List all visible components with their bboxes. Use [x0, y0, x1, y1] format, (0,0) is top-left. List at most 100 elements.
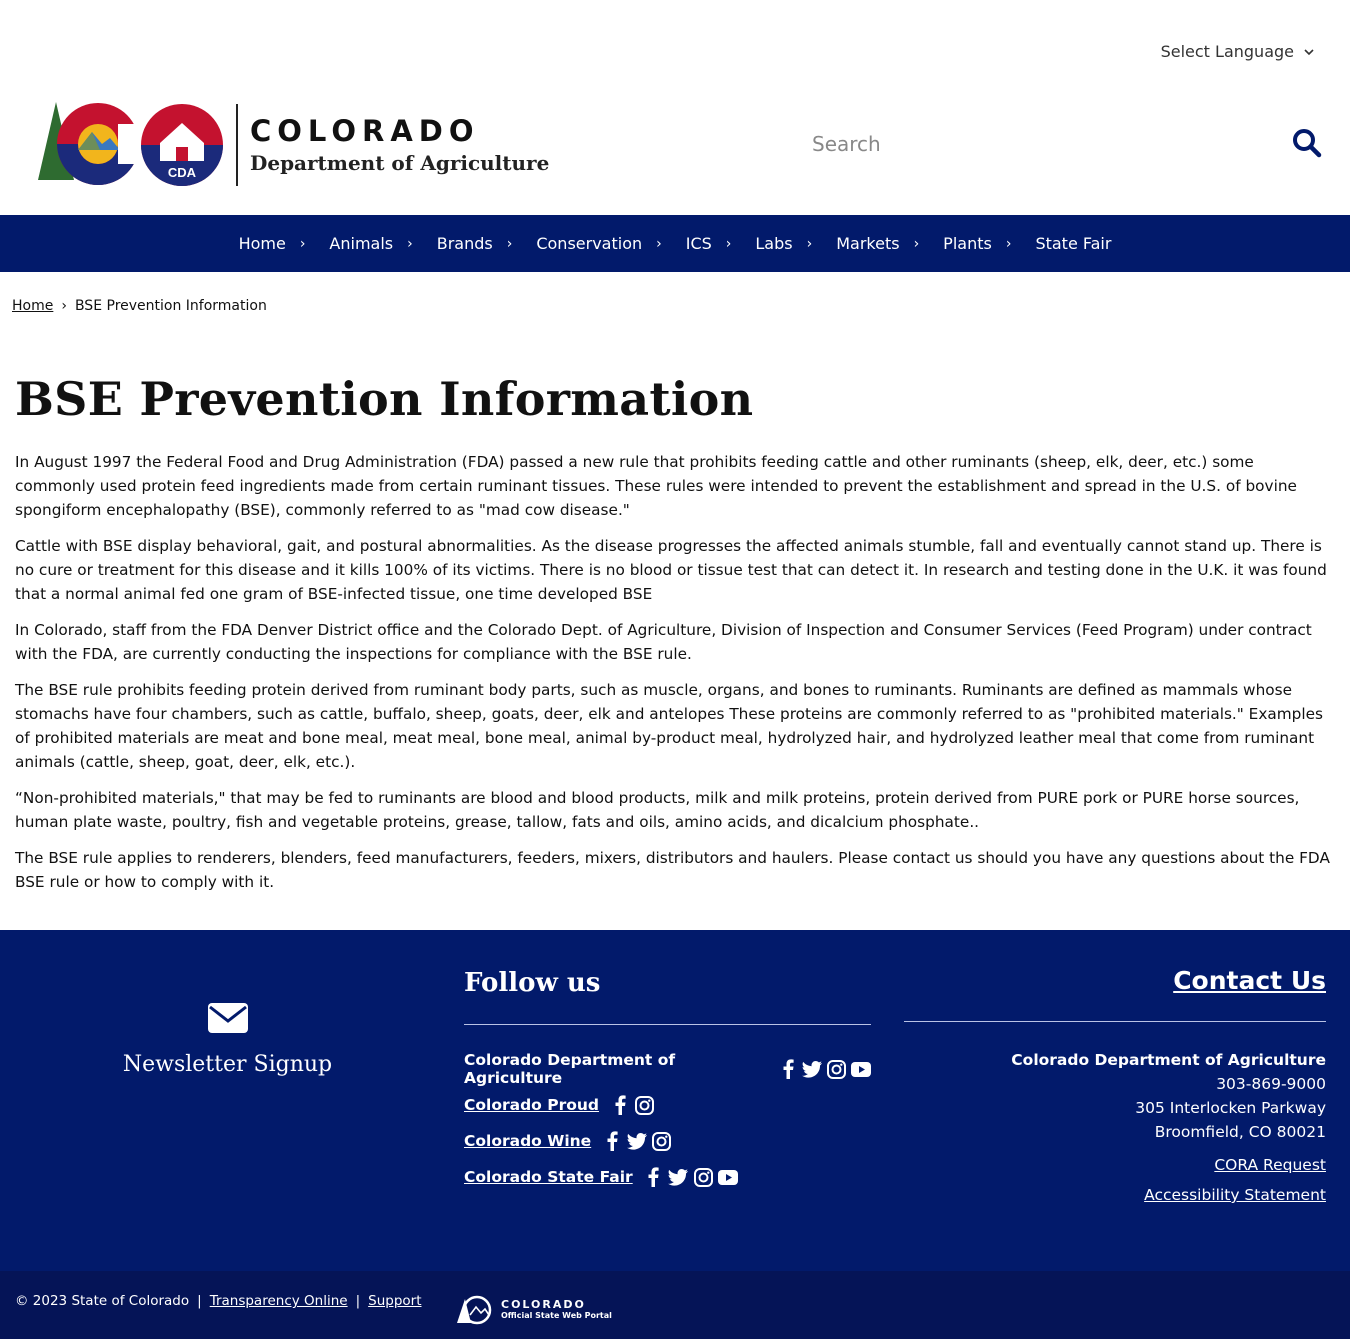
instagram-icon[interactable] — [826, 1059, 847, 1080]
chevron-right-icon: › — [656, 235, 662, 252]
nav-label: Brands — [436, 234, 493, 253]
instagram-icon[interactable] — [651, 1131, 672, 1152]
search-bar — [812, 122, 1326, 166]
instagram-icon[interactable] — [634, 1095, 655, 1116]
facebook-icon[interactable] — [778, 1059, 798, 1080]
twitter-icon[interactable] — [802, 1059, 823, 1080]
nav-label: Conservation — [536, 234, 643, 253]
chevron-right-icon: › — [506, 235, 513, 252]
social-row-colorado-wine: Colorado Wine — [464, 1123, 871, 1159]
contact-us-link[interactable]: Contact Us — [1173, 966, 1326, 995]
nav-label: ICS — [685, 234, 712, 253]
nav-label: Animals — [329, 234, 394, 253]
site-logo[interactable]: CDA COLORADO Department of Agriculture — [30, 100, 549, 190]
main-nav: Home › Animals › Brands › Conservation › ICS… — [0, 215, 1350, 272]
page-title: BSE Prevention Information — [15, 372, 754, 426]
instagram-icon[interactable] — [693, 1167, 714, 1188]
contact-section: Contact Us Colorado Department of Agricu… — [904, 966, 1326, 1204]
search-icon[interactable] — [1292, 128, 1322, 158]
copyright-text: © 2023 State of Colorado — [15, 1293, 190, 1309]
newsletter-signup[interactable]: Newsletter Signup — [120, 1002, 335, 1077]
chevron-right-icon: › — [806, 235, 813, 252]
nav-item-state-fair[interactable]: State Fair — [1035, 234, 1111, 253]
breadcrumb: Home › BSE Prevention Information — [12, 298, 267, 314]
content-paragraph: The BSE rule prohibits feeding protein d… — [15, 681, 1324, 771]
follow-us-section: Follow us Colorado Department of Agricul… — [464, 968, 871, 1195]
colorado-c-logo-icon — [38, 102, 140, 185]
nav-label: Labs — [755, 234, 793, 253]
social-row-colorado-state-fair: Colorado State Fair — [464, 1159, 871, 1195]
chevron-right-icon: › — [1005, 235, 1012, 252]
social-org-link[interactable]: Colorado State Fair — [464, 1168, 633, 1186]
newsletter-label: Newsletter Signup — [122, 1052, 333, 1077]
chevron-right-icon: › — [407, 235, 413, 252]
transparency-online-link[interactable]: Transparency Online — [210, 1293, 348, 1309]
follow-divider — [464, 1024, 871, 1025]
contact-divider — [904, 1021, 1326, 1022]
nav-item-plants[interactable]: Plants › — [943, 234, 1011, 253]
portal-subtitle: Official State Web Portal — [501, 1311, 612, 1320]
nav-label: Plants — [943, 234, 992, 253]
contact-city: Broomfield, CO 80021 — [1154, 1123, 1326, 1141]
breadcrumb-current: BSE Prevention Information — [74, 298, 267, 314]
envelope-icon — [207, 1003, 248, 1033]
separator: | — [355, 1293, 361, 1309]
site-footer: Newsletter Signup Follow us Colorado Dep… — [0, 930, 1350, 1271]
nav-label: State Fair — [1035, 234, 1112, 253]
state-portal-logo[interactable]: COLORADO Official State Web Portal — [455, 1295, 612, 1325]
contact-org: Colorado Department of Agriculture — [1011, 1051, 1326, 1069]
social-row-cda: Colorado Department of Agriculture — [464, 1051, 871, 1087]
copyright-line: © 2023 State of Colorado | Transparency … — [15, 1293, 422, 1309]
bottom-bar: © 2023 State of Colorado | Transparency … — [0, 1271, 1350, 1339]
nav-item-labs[interactable]: Labs › — [755, 234, 812, 253]
chevron-down-icon — [1304, 48, 1314, 55]
nav-item-animals[interactable]: Animals › — [329, 234, 412, 253]
separator: | — [197, 1293, 202, 1309]
nav-item-home[interactable]: Home › — [239, 234, 306, 253]
social-org-link[interactable]: Colorado Proud — [464, 1096, 599, 1114]
twitter-icon[interactable] — [626, 1131, 647, 1152]
cda-badge-icon: CDA — [141, 104, 223, 186]
portal-title: COLORADO — [501, 1298, 586, 1311]
nav-label: Home — [238, 234, 286, 253]
social-org-link[interactable]: Colorado Wine — [464, 1132, 591, 1150]
cda-badge-text: CDA — [168, 165, 197, 180]
youtube-icon[interactable] — [850, 1059, 871, 1080]
content-paragraph: “Non-prohibited materials," that may be … — [15, 789, 1300, 831]
language-label: Select Language — [1160, 42, 1294, 61]
nav-item-brands[interactable]: Brands › — [437, 234, 513, 253]
search-input[interactable] — [812, 132, 1272, 156]
youtube-icon[interactable] — [718, 1167, 739, 1188]
support-link[interactable]: Support — [368, 1293, 421, 1309]
nav-label: Markets — [836, 234, 900, 253]
nav-item-conservation[interactable]: Conservation › — [536, 234, 661, 253]
facebook-icon[interactable] — [643, 1167, 664, 1188]
language-select[interactable]: Select Language — [1161, 42, 1314, 61]
logo-divider — [236, 104, 238, 186]
nav-item-markets[interactable]: Markets › — [836, 234, 919, 253]
chevron-right-icon: › — [299, 235, 306, 252]
logo-colorado-text: COLORADO — [250, 114, 480, 148]
content-paragraph: The BSE rule applies to renderers, blend… — [15, 849, 1330, 891]
accessibility-statement-link[interactable]: Accessibility Statement — [904, 1186, 1326, 1204]
content-paragraph: In August 1997 the Federal Food and Drug… — [15, 453, 1297, 519]
contact-street: 305 Interlocken Parkway — [1135, 1099, 1326, 1117]
twitter-icon[interactable] — [668, 1167, 689, 1188]
page-content: In August 1997 the Federal Food and Drug… — [15, 450, 1335, 906]
chevron-right-icon: › — [913, 235, 920, 252]
colorado-portal-logo-icon — [457, 1295, 492, 1325]
chevron-right-icon: › — [725, 235, 732, 252]
cora-request-link[interactable]: CORA Request — [904, 1156, 1326, 1174]
content-paragraph: In Colorado, staff from the FDA Denver D… — [15, 621, 1312, 663]
content-paragraph: Cattle with BSE display behavioral, gait… — [15, 537, 1327, 603]
contact-phone: 303-869-9000 — [1216, 1075, 1326, 1093]
logo-department-text: Department of Agriculture — [250, 151, 550, 175]
facebook-icon[interactable] — [601, 1131, 622, 1152]
breadcrumb-home-link[interactable]: Home — [12, 298, 53, 314]
follow-us-heading: Follow us — [464, 968, 601, 998]
social-row-colorado-proud: Colorado Proud — [464, 1087, 871, 1123]
facebook-icon[interactable] — [609, 1095, 630, 1116]
social-org-name: Colorado Department of Agriculture — [464, 1051, 676, 1087]
chevron-right-icon: › — [61, 298, 67, 314]
nav-item-ics[interactable]: ICS › — [686, 234, 732, 253]
